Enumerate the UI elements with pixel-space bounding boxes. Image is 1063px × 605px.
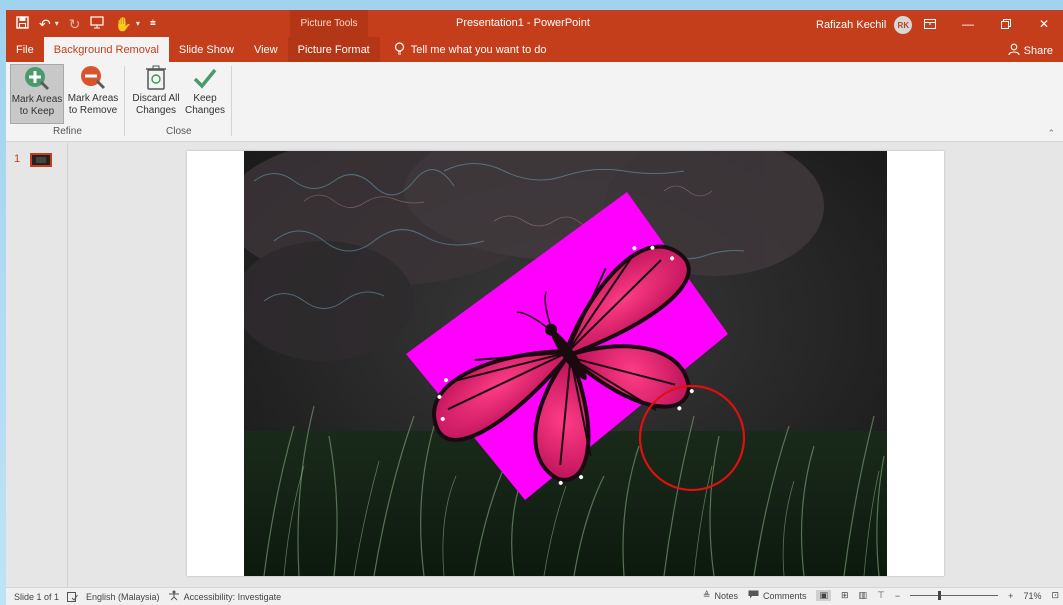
close-icon[interactable]: ✕ [1025,10,1063,37]
ribbon: Mark Areas to Keep Mark Areas to Remove … [6,62,1063,142]
slide-thumbnail-pane: 1 [6,143,68,587]
comments-button[interactable]: Comments [748,590,807,601]
undo-icon[interactable]: ↶ [39,17,51,31]
undo-dropdown-icon[interactable]: ▾ [55,19,59,28]
from-beginning-icon[interactable] [90,16,105,31]
mark-areas-to-keep-button[interactable]: Mark Areas to Keep [10,64,64,124]
tab-slide-show[interactable]: Slide Show [169,37,244,62]
slide[interactable] [187,151,944,576]
quick-access-toolbar: ↶ ▾ ↻ ✋ ▾ ⩧ [6,16,276,31]
notes-icon: ≜ [702,590,711,600]
keep-label-2: Changes [184,105,226,116]
ribbon-tabs: File Background Removal Slide Show View … [6,37,1063,62]
minus-pencil-icon [78,64,108,92]
zoom-out-icon[interactable]: − [895,591,900,601]
picture-tools-label: Picture Tools [290,10,368,37]
tab-background-removal[interactable]: Background Removal [43,37,169,62]
person-icon [1008,43,1020,58]
share-button[interactable]: Share [1008,43,1053,58]
normal-view-icon[interactable]: ▣ [816,590,831,601]
user-name: Rafizah Kechil [816,19,887,31]
accessibility-label: Accessibility: Investigate [183,591,282,602]
discard-label-1: Discard All [132,93,180,104]
touch-dropdown-icon[interactable]: ▾ [136,19,140,28]
slide-number: 1 [14,153,21,165]
accessibility-icon [168,590,180,603]
language-indicator[interactable]: English (Malaysia) [86,592,160,602]
save-icon[interactable] [16,16,29,31]
slide-thumbnail[interactable] [30,153,52,167]
document-title: Presentation1 - PowerPoint [456,17,590,29]
slide-sorter-view-icon[interactable]: ⊞ [841,590,849,601]
fit-to-window-icon[interactable]: ⊡ [1051,590,1059,601]
minimize-icon[interactable]: — [949,10,987,37]
slide-counter[interactable]: Slide 1 of 1 [14,592,59,602]
group-close-label: Close [166,126,192,137]
mark-remove-label-1: Mark Areas [67,93,119,104]
notes-label: Notes [714,590,738,601]
slide-show-view-icon[interactable]: ⊤ [877,590,885,601]
powerpoint-window: ↶ ▾ ↻ ✋ ▾ ⩧ Picture Tools Presentation1 … [6,10,1063,605]
customize-qat-icon[interactable]: ⩧ [150,18,156,29]
tab-file[interactable]: File [6,37,44,62]
accessibility-checker[interactable]: Accessibility: Investigate [168,590,282,603]
tell-me-box[interactable]: Tell me what you want to do [380,37,547,62]
window-controls: — ✕ [911,10,1063,37]
butterfly-image [244,151,887,576]
checkmark-icon [190,64,220,92]
mark-areas-to-remove-button[interactable]: Mark Areas to Remove [66,64,120,124]
mark-keep-label-1: Mark Areas [11,94,63,105]
slide-editing-area [69,143,1063,587]
group-separator [231,66,232,136]
tab-picture-format[interactable]: Picture Format [287,37,380,62]
comment-icon [748,590,759,601]
reading-view-icon[interactable]: ▥ [859,590,868,601]
status-bar: Slide 1 of 1 English (Malaysia) Accessib… [6,587,1063,605]
zoom-slider[interactable] [910,591,999,600]
ribbon-display-options-icon[interactable] [911,10,949,37]
plus-pencil-icon [22,65,52,93]
spelling-check-icon[interactable] [67,591,78,602]
discard-all-changes-button[interactable]: Discard All Changes [130,64,182,124]
restore-icon[interactable] [987,10,1025,37]
title-bar: ↶ ▾ ↻ ✋ ▾ ⩧ Picture Tools Presentation1 … [6,10,1063,37]
discard-label-2: Changes [135,105,177,116]
touch-mode-icon[interactable]: ✋ [114,17,131,31]
zoom-in-icon[interactable]: + [1008,591,1013,601]
recycle-bin-icon [141,64,171,92]
avatar[interactable]: RK [894,16,913,34]
group-refine-label: Refine [53,126,82,137]
lightbulb-icon [394,41,405,58]
status-right: ≜ Notes Comments ▣ ⊞ ▥ ⊤ − + 71% ⊡ [703,590,1059,601]
collapse-ribbon-icon[interactable]: ⌃ [1047,128,1055,139]
redo-icon[interactable]: ↻ [69,17,81,31]
butterfly-picture[interactable] [244,151,887,576]
group-separator [124,66,125,136]
user-account[interactable]: Rafizah Kechil RK [816,16,913,34]
zoom-level[interactable]: 71% [1023,591,1041,601]
share-label: Share [1023,44,1053,57]
keep-changes-button[interactable]: Keep Changes [184,64,226,124]
keep-label-1: Keep [193,93,217,104]
tell-me-text: Tell me what you want to do [410,43,547,56]
mark-remove-label-2: to Remove [68,105,118,116]
comments-label: Comments [762,590,807,601]
tab-view[interactable]: View [244,37,288,62]
mark-keep-label-2: to Keep [19,106,55,117]
notes-button[interactable]: ≜ Notes [703,590,738,601]
